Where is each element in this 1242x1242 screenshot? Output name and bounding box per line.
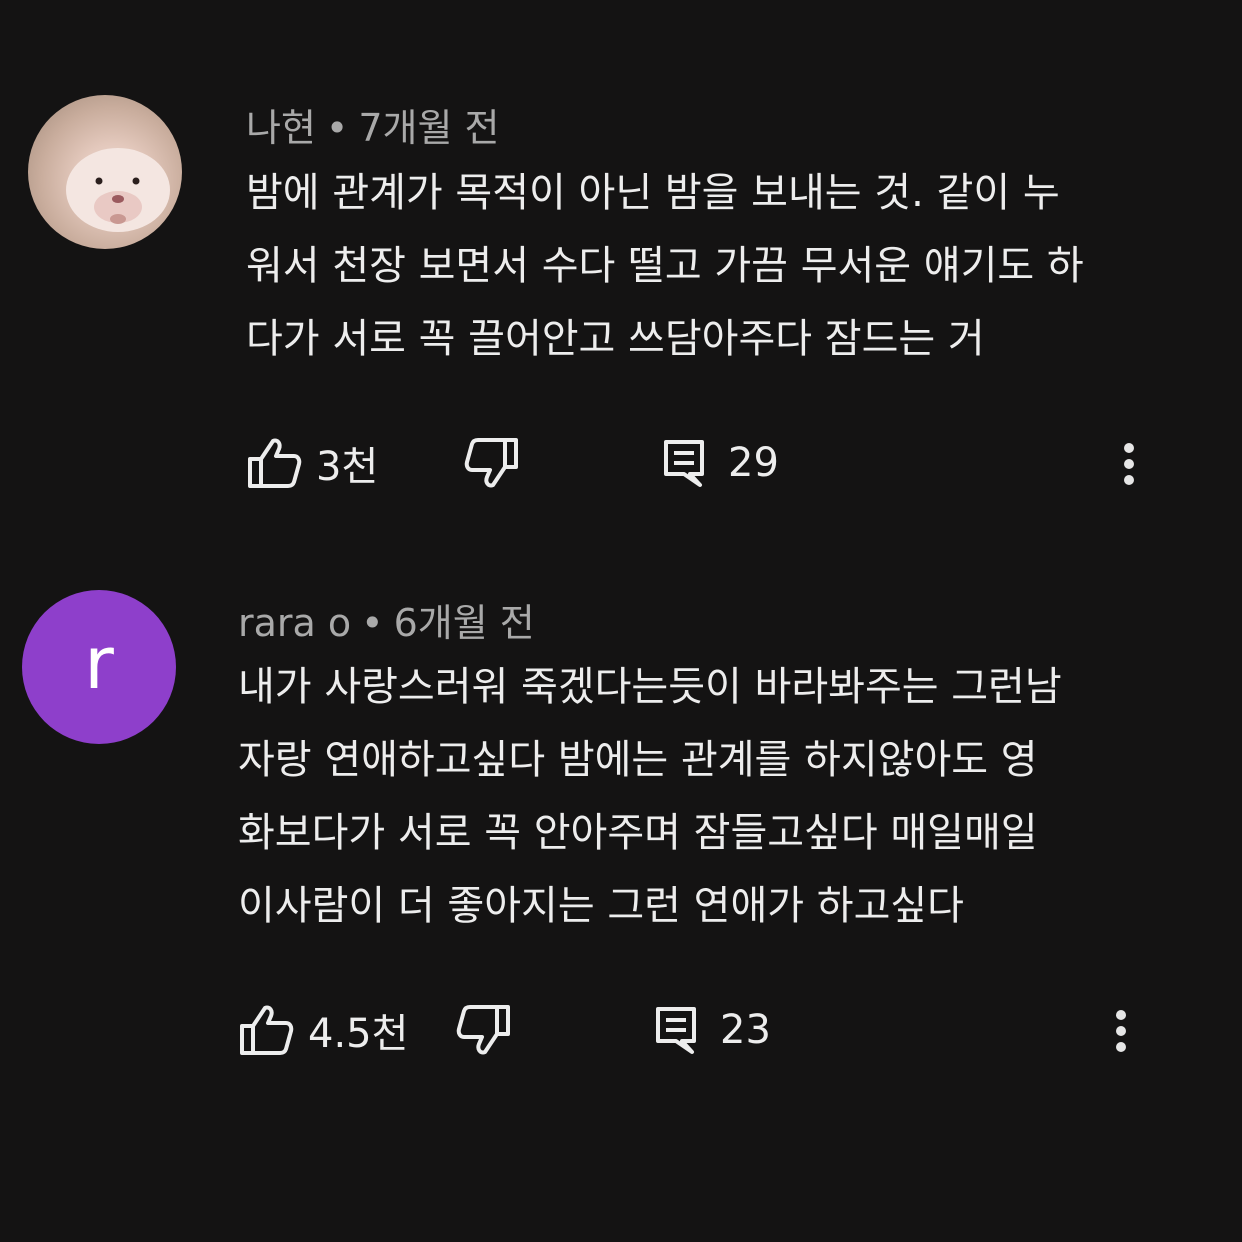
reply-button[interactable]: 29 <box>662 433 779 493</box>
comment-text-line: 다가 서로 꼭 끌어안고 쓰담아주다 잠드는 거 <box>246 316 985 362</box>
comment-text-line: 밤에 관계가 목적이 아닌 밤을 보내는 것. 같이 누 <box>246 170 1060 216</box>
avatar-letter: r <box>84 621 114 705</box>
thumbs-up-icon <box>240 1005 294 1055</box>
more-options-button[interactable] <box>1120 437 1140 487</box>
comment-time[interactable]: 6개월 전 <box>394 601 535 645</box>
thumbs-down-icon <box>456 1005 510 1055</box>
like-button[interactable]: 3천 <box>246 433 378 493</box>
author-name[interactable]: rara o <box>238 601 351 645</box>
dislike-button[interactable] <box>454 1000 512 1060</box>
thumbs-up-icon <box>248 438 302 488</box>
comment-meta: 나현 • 7개월 전 <box>246 97 499 152</box>
comment-actions: 3천 29 <box>246 433 1146 493</box>
like-count: 4.5천 <box>308 1011 409 1057</box>
avatar[interactable]: r <box>22 590 176 744</box>
reply-icon <box>656 1007 696 1054</box>
comment-meta: rara o • 6개월 전 <box>238 592 535 647</box>
author-name[interactable]: 나현 <box>246 106 316 150</box>
comment-time[interactable]: 7개월 전 <box>358 106 499 150</box>
comment-actions: 4.5천 23 <box>238 1000 1138 1060</box>
like-button[interactable]: 4.5천 <box>238 1000 408 1060</box>
reply-button[interactable]: 23 <box>654 1000 771 1060</box>
reply-count: 23 <box>720 1007 771 1053</box>
dislike-button[interactable] <box>462 433 520 493</box>
thumbs-down-icon <box>464 438 518 488</box>
comment-text: 내가 사랑스러워 죽겠다는듯이 바라봐주는 그런남 자랑 연애하고싶다 밤에는 … <box>238 651 1062 943</box>
separator-dot: • <box>361 601 384 645</box>
separator-dot: • <box>325 106 349 150</box>
comment-text-line: 내가 사랑스러워 죽겠다는듯이 바라봐주는 그런남 <box>238 664 1062 710</box>
comment-text: 밤에 관계가 목적이 아닌 밤을 보내는 것. 같이 누 워서 천장 보면서 수… <box>246 157 1084 376</box>
avatar[interactable] <box>28 95 182 249</box>
comment-text-line: 화보다가 서로 꼭 안아주며 잠들고싶다 매일매일 <box>238 810 1038 856</box>
comment-item: 나현 • 7개월 전 밤에 관계가 목적이 아닌 밤을 보내는 것. 같이 누 워서… <box>0 0 1242 540</box>
comment-text-line: 워서 천장 보면서 수다 떨고 가끔 무서운 얘기도 하 <box>246 243 1084 289</box>
more-options-button[interactable] <box>1112 1004 1132 1054</box>
comment-item: r rara o • 6개월 전 내가 사랑스러워 죽겠다는듯이 바라봐주는 그런남… <box>0 560 1242 1120</box>
comment-text-line: 자랑 연애하고싶다 밤에는 관계를 하지않아도 영 <box>238 737 1038 783</box>
hamster-face-image <box>66 148 170 232</box>
comment-text-line: 이사람이 더 좋아지는 그런 연애가 하고싶다 <box>238 883 964 929</box>
reply-count: 29 <box>728 440 779 486</box>
like-count: 3천 <box>316 444 379 490</box>
reply-icon <box>664 440 704 487</box>
